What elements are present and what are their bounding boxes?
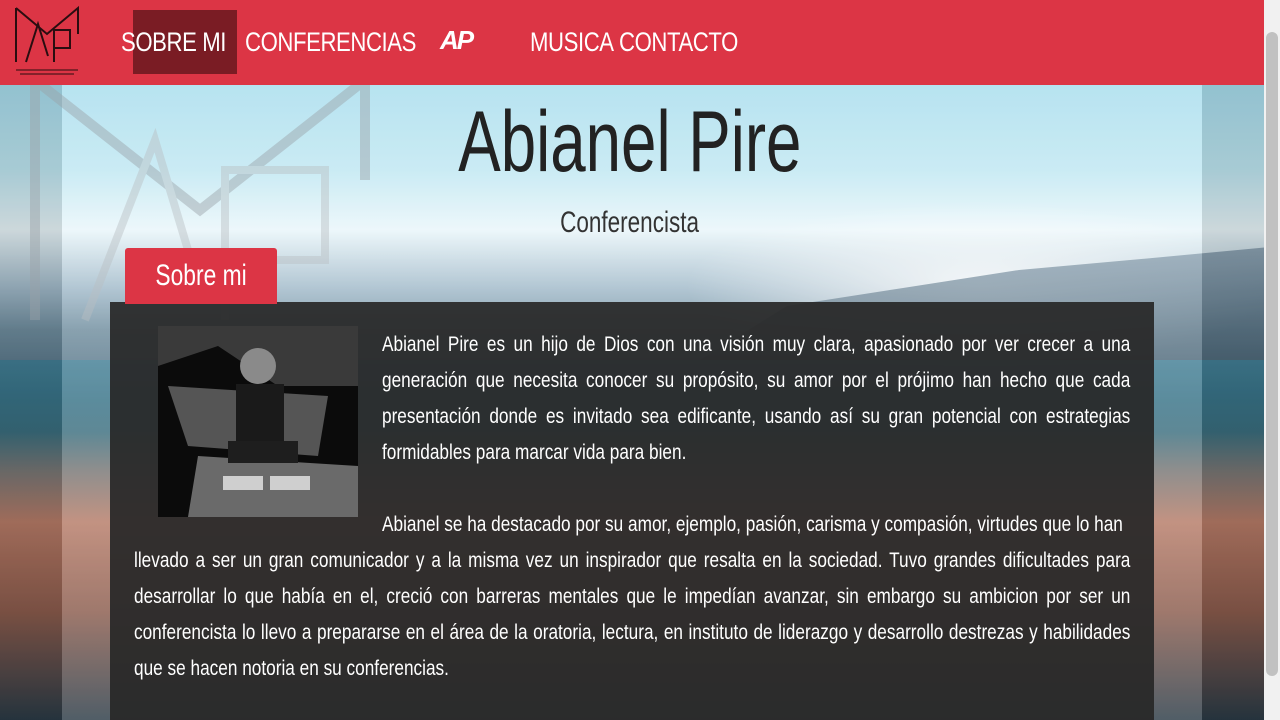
navbar: SOBRE MI CONFERENCIAS AP MUSICA CONTACTO <box>0 0 1264 85</box>
nav-musica-label: MUSICA <box>530 26 614 57</box>
nav-conferencias-label: CONFERENCIAS <box>245 26 416 57</box>
nav-contacto-label: CONTACTO <box>619 26 738 57</box>
hero-subtitle-text: Conferencista <box>560 206 700 239</box>
about-paragraph-2: Abianel se ha destacado por su amor, eje… <box>134 507 1130 697</box>
about-paragraph-2-first-line-text: Abianel se ha destacado por su amor, eje… <box>382 513 1123 536</box>
about-paragraph-1: Abianel Pire es un hijo de Dios con una … <box>382 327 1130 477</box>
about-paragraph-2-first-line: Abianel se ha destacado por su amor, eje… <box>382 507 1130 543</box>
hero-title-text: Abianel Pire <box>458 94 802 190</box>
nav-contacto[interactable]: CONTACTO <box>619 10 739 74</box>
nav-musica[interactable]: MUSICA <box>530 10 614 74</box>
nav-sobre-mi-label: SOBRE MI <box>120 26 226 57</box>
section-tab-label: Sobre mi <box>155 259 247 292</box>
nav-conferencias[interactable]: CONFERENCIAS <box>245 10 416 74</box>
section-tab-sobre-mi: Sobre mi <box>125 248 277 304</box>
about-paragraph-2-rest-text: llevado a ser un gran comunicador y a la… <box>134 549 1131 680</box>
profile-photo <box>158 326 358 517</box>
scrollbar-thumb[interactable] <box>1266 32 1278 676</box>
nav-ap-label: AP <box>440 25 474 55</box>
nav-sobre-mi[interactable]: SOBRE MI <box>121 10 237 74</box>
page-scrollbar[interactable] <box>1264 0 1280 720</box>
about-paragraph-1-text: Abianel Pire es un hijo de Dios con una … <box>382 333 1131 464</box>
nav-ap-logo[interactable]: AP <box>440 24 478 56</box>
hero-subtitle: Conferencista <box>430 203 830 243</box>
right-margin <box>1202 85 1264 720</box>
logo-icon[interactable] <box>12 4 82 78</box>
about-paragraph-2-rest: llevado a ser un gran comunicador y a la… <box>134 543 1130 693</box>
hero-title: Abianel Pire <box>330 92 930 192</box>
